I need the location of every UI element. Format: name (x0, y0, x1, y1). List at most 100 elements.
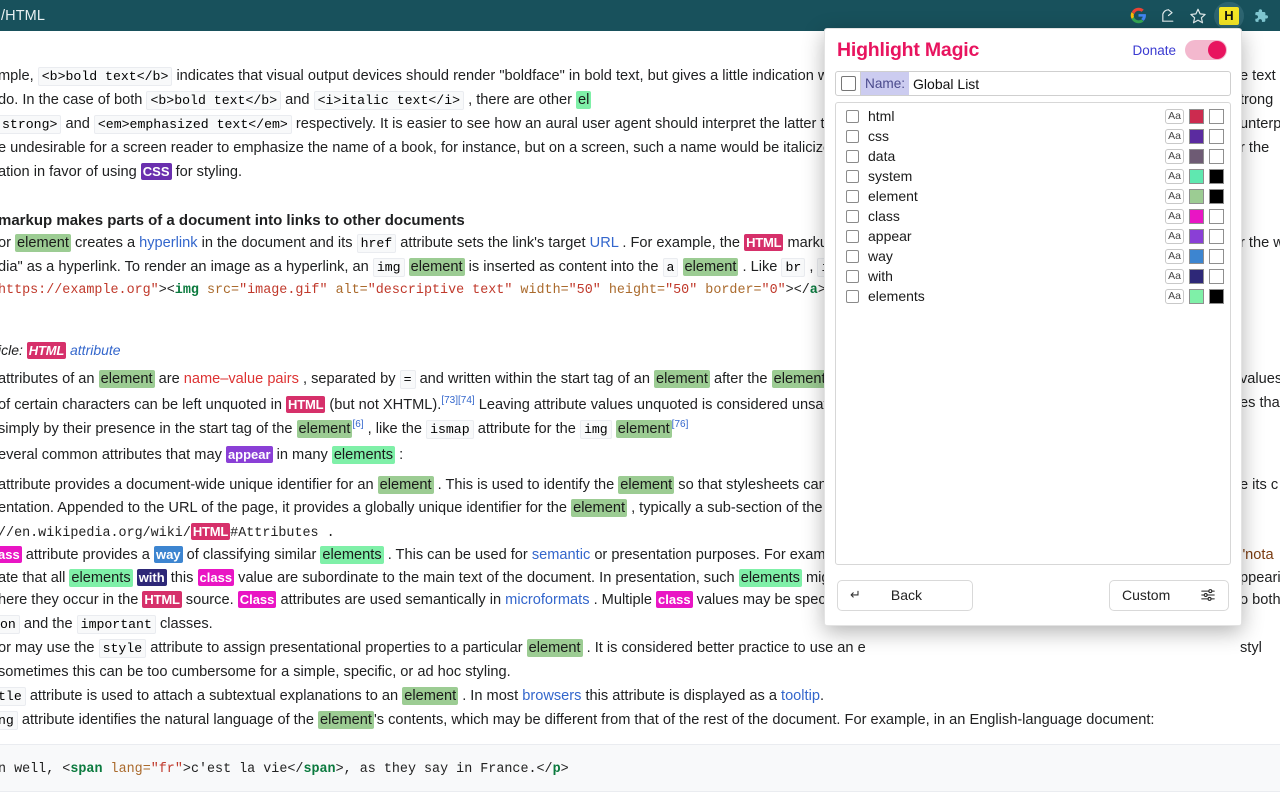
highlight-color-swatch[interactable] (1189, 228, 1204, 244)
wiki-link[interactable]: URL (590, 235, 619, 251)
google-icon[interactable] (1124, 2, 1152, 30)
citation-ref[interactable]: [6] (352, 419, 363, 430)
text-color-swatch[interactable] (1209, 188, 1224, 204)
highlight-color-swatch[interactable] (1189, 208, 1204, 224)
extensions-puzzle-icon[interactable] (1246, 2, 1274, 30)
donate-link[interactable]: Donate (1132, 43, 1176, 58)
font-style-button[interactable]: Aa (1165, 208, 1184, 224)
wiki-link[interactable]: microformats (505, 592, 589, 608)
keyword-row[interactable]: elements Aa (836, 286, 1230, 306)
donate-toggle[interactable] (1185, 40, 1227, 60)
inline-code: ng (0, 711, 18, 730)
bookmark-star-icon[interactable] (1184, 2, 1212, 30)
font-style-button[interactable]: Aa (1165, 188, 1184, 204)
text-run: : (399, 447, 404, 463)
text-run: and the (23, 616, 73, 632)
paragraph-line: ng attribute identifies the natural lang… (0, 711, 1154, 730)
text-color-swatch[interactable] (1209, 268, 1224, 284)
text-color-swatch[interactable] (1209, 148, 1224, 164)
highlight-mark: el (576, 91, 592, 109)
keyword-row[interactable]: data Aa (836, 146, 1230, 166)
keyword-checkbox[interactable] (846, 149, 859, 163)
keyword-checkbox[interactable] (846, 229, 859, 243)
keyword-label: with (868, 268, 893, 284)
text-color-swatch[interactable] (1209, 288, 1224, 304)
wiki-link[interactable]: browsers (522, 688, 581, 704)
address-bar-url[interactable]: /HTML (0, 8, 45, 24)
inline-code: important (76, 615, 156, 634)
text-color-swatch[interactable] (1209, 208, 1224, 224)
keyword-row[interactable]: way Aa (836, 246, 1230, 266)
keyword-checkbox[interactable] (846, 289, 859, 303)
list-name-input[interactable]: Global List (909, 76, 1230, 92)
text-run: , like the (367, 420, 422, 437)
font-style-button[interactable]: Aa (1165, 268, 1184, 284)
keyword-checkbox[interactable] (846, 129, 859, 143)
keyword-row[interactable]: appear Aa (836, 226, 1230, 246)
keyword-checkbox[interactable] (846, 269, 859, 283)
keyword-label: class (868, 208, 900, 224)
keyword-row[interactable]: class Aa (836, 206, 1230, 226)
keyword-row[interactable]: system Aa (836, 166, 1230, 186)
text-run: unterp (1240, 116, 1280, 132)
back-button-label: Back (890, 587, 923, 603)
keyword-list[interactable]: html Aa css Aa data Aa system Aa element Aa class A… (835, 102, 1231, 565)
custom-button[interactable]: Custom (1109, 579, 1229, 611)
share-icon[interactable] (1154, 2, 1182, 30)
keyword-row[interactable]: element Aa (836, 186, 1230, 206)
wiki-link[interactable]: tooltip (781, 688, 820, 704)
text-color-swatch[interactable] (1209, 168, 1224, 184)
text-run: source. (185, 592, 234, 608)
font-style-button[interactable]: Aa (1165, 288, 1184, 304)
highlight-color-swatch[interactable] (1189, 248, 1204, 264)
citation-ref[interactable]: [76] (672, 419, 689, 430)
wiki-link[interactable]: hyperlink (139, 235, 197, 251)
highlight-color-swatch[interactable] (1189, 188, 1204, 204)
select-all-checkbox-wrap[interactable] (835, 71, 861, 96)
highlight-color-swatch[interactable] (1189, 128, 1204, 144)
highlight-color-swatch[interactable] (1189, 268, 1204, 284)
paragraph-line-right: ppearin (1240, 571, 1280, 586)
back-button[interactable]: ↵ Back (837, 579, 973, 611)
keyword-checkbox[interactable] (846, 169, 859, 183)
font-style-button[interactable]: Aa (1165, 108, 1184, 124)
text-color-swatch[interactable] (1209, 228, 1224, 244)
font-style-button[interactable]: Aa (1165, 168, 1184, 184)
font-style-button[interactable]: Aa (1165, 128, 1184, 144)
highlight-color-swatch[interactable] (1189, 148, 1204, 164)
highlight-color-swatch[interactable] (1189, 168, 1204, 184)
highlight-color-swatch[interactable] (1189, 108, 1204, 124)
text-color-swatch[interactable] (1209, 128, 1224, 144)
wiki-link[interactable]: semantic (532, 547, 590, 563)
keyword-checkbox[interactable] (846, 249, 859, 263)
select-all-checkbox[interactable] (840, 76, 856, 91)
font-style-button[interactable]: Aa (1165, 148, 1184, 164)
highlight-magic-extension-button[interactable]: H (1214, 1, 1244, 30)
keyword-checkbox[interactable] (846, 109, 859, 123)
highlight-mark: element (98, 370, 155, 388)
paragraph-line-right: es that (1240, 396, 1280, 411)
keyword-checkbox[interactable] (846, 209, 859, 223)
wiki-link[interactable]: attribute (70, 342, 121, 358)
text-run: this (170, 570, 194, 586)
font-style-button[interactable]: Aa (1165, 248, 1184, 264)
inline-code: href (356, 234, 397, 253)
text-color-swatch[interactable] (1209, 248, 1224, 264)
text-run: here they occur in the (0, 592, 139, 608)
text-run: . Multiple (593, 592, 652, 608)
text-run: . For example, the (622, 235, 740, 251)
text-run: es that (1240, 395, 1280, 411)
list-name-field[interactable]: Name: Global List (861, 71, 1231, 96)
keyword-controls: Aa (1165, 208, 1224, 224)
keyword-row[interactable]: with Aa (836, 266, 1230, 286)
keyword-row[interactable]: css Aa (836, 126, 1230, 146)
font-style-button[interactable]: Aa (1165, 228, 1184, 244)
highlight-color-swatch[interactable] (1189, 288, 1204, 304)
citation-ref[interactable]: [73][74] (441, 395, 474, 406)
text-run: or presentation purposes. For example, a (594, 547, 862, 563)
keyword-row[interactable]: html Aa (836, 106, 1230, 126)
text-run: in the document and its (201, 235, 353, 251)
text-color-swatch[interactable] (1209, 108, 1224, 124)
keyword-checkbox[interactable] (846, 189, 859, 203)
highlight-mark: elements (738, 569, 802, 587)
